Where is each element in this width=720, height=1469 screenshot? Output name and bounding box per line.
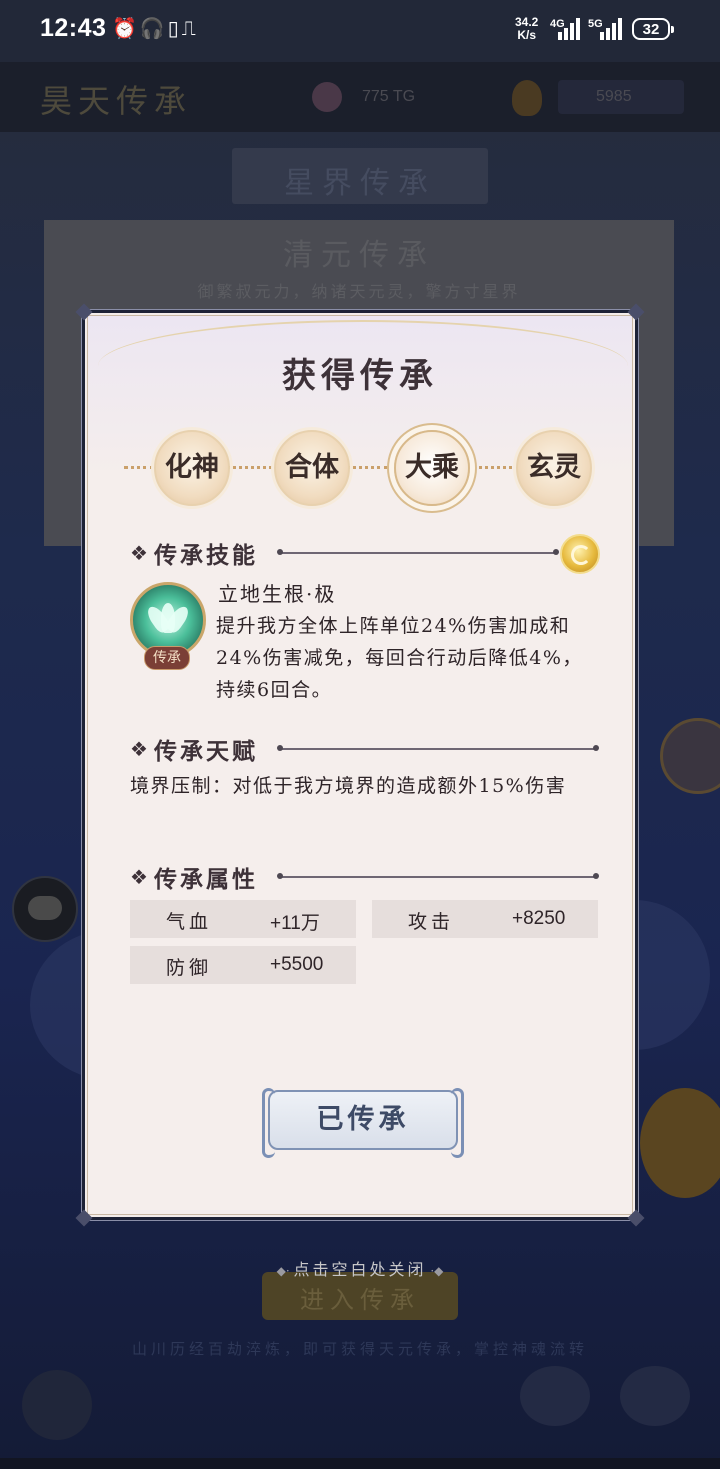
signal-icon-2 xyxy=(600,18,626,40)
stage-huashen[interactable]: 化神 xyxy=(154,430,230,506)
modal-body: 获得传承 化神 合体 大乘 玄灵 ❖ 传承技能 传承 立地生根·极 提升我方全体上… xyxy=(87,315,633,1215)
inherited-button[interactable]: 已传承 xyxy=(262,1088,464,1158)
skill-name: 立地生根·极 xyxy=(218,582,337,606)
section-divider xyxy=(277,873,599,879)
stage-dacheng[interactable]: 大乘 xyxy=(394,430,470,506)
enter-label: 进入传承 xyxy=(300,1286,420,1314)
coin-icon[interactable] xyxy=(560,534,600,574)
talent-description: 境界压制：对低于我方境界的造成额外15%伤害 xyxy=(130,775,567,797)
stage-xuanling[interactable]: 玄灵 xyxy=(516,430,592,506)
background-footer-text: 山川历经百劫淬炼，即可获得天元传承，掌控神魂流转 xyxy=(131,1340,588,1358)
bottom-menu-icon[interactable] xyxy=(520,1366,590,1426)
stage-connector xyxy=(472,466,512,469)
event-icon[interactable] xyxy=(640,1088,720,1198)
stage-connector xyxy=(228,466,272,469)
diamond-icon: ❖ xyxy=(130,541,148,565)
talent-section-header: ❖ 传承天赋 xyxy=(130,737,258,765)
attr-attack: 攻击 +8250 xyxy=(372,900,598,938)
inheritance-modal: 获得传承 化神 合体 大乘 玄灵 ❖ 传承技能 传承 立地生根·极 提升我方全体上… xyxy=(75,303,645,1227)
status-icons: ⏰🎧▯⎍ xyxy=(112,16,199,40)
flame-icon xyxy=(512,80,542,116)
close-hint[interactable]: ◆· 点击空白处关闭 ·◆ xyxy=(0,1256,720,1280)
diamond-icon: ·◆ xyxy=(426,1264,444,1278)
stage-connector xyxy=(346,466,388,469)
stage-connector xyxy=(124,466,154,469)
card-title: 清元传承 xyxy=(283,238,435,273)
bottom-menu-icon[interactable] xyxy=(620,1366,690,1426)
attr-hp: 气血 +11万 xyxy=(130,900,356,938)
chat-icon[interactable] xyxy=(12,876,78,942)
nav-bar xyxy=(0,1458,720,1469)
status-time: 12:43 xyxy=(40,14,107,42)
stage-heti[interactable]: 合体 xyxy=(274,430,350,506)
section-divider xyxy=(277,549,559,555)
network-speed: 34.2 K/s xyxy=(515,15,539,42)
diamond-icon: ◆· xyxy=(276,1264,294,1278)
background-banner: 星界传承 xyxy=(232,148,488,204)
diamond-icon: ❖ xyxy=(130,865,148,889)
back-icon[interactable] xyxy=(22,1370,92,1440)
resource-1-value: 775 TG xyxy=(362,88,416,105)
status-bar: 12:43 ⏰🎧▯⎍ 34.2 K/s 4G 5G 32 xyxy=(0,0,720,62)
signal-icon xyxy=(558,18,584,40)
attr-defense: 防御 +5500 xyxy=(130,946,356,984)
skill-description: 提升我方全体上阵单位24%伤害加成和24%伤害减免，每回合行动后降低4%，持续6… xyxy=(216,615,583,701)
modal-title: 获得传承 xyxy=(282,356,438,396)
attribute-section-header: ❖ 传承属性 xyxy=(130,865,258,893)
resource-2-value: 5985 xyxy=(596,88,632,105)
skill-badge: 传承 xyxy=(144,646,190,670)
battery-icon: 32 xyxy=(632,18,674,40)
section-divider xyxy=(277,745,599,751)
banner-title: 星界传承 xyxy=(284,166,436,201)
game-title: 昊天传承 xyxy=(40,82,193,120)
skill-section-header: ❖ 传承技能 xyxy=(130,541,258,569)
crystal-icon xyxy=(312,82,342,112)
diamond-icon: ❖ xyxy=(130,737,148,761)
card-subtitle: 御繁叔元力，纳诸天元灵，擎方寸星界 xyxy=(197,282,521,301)
